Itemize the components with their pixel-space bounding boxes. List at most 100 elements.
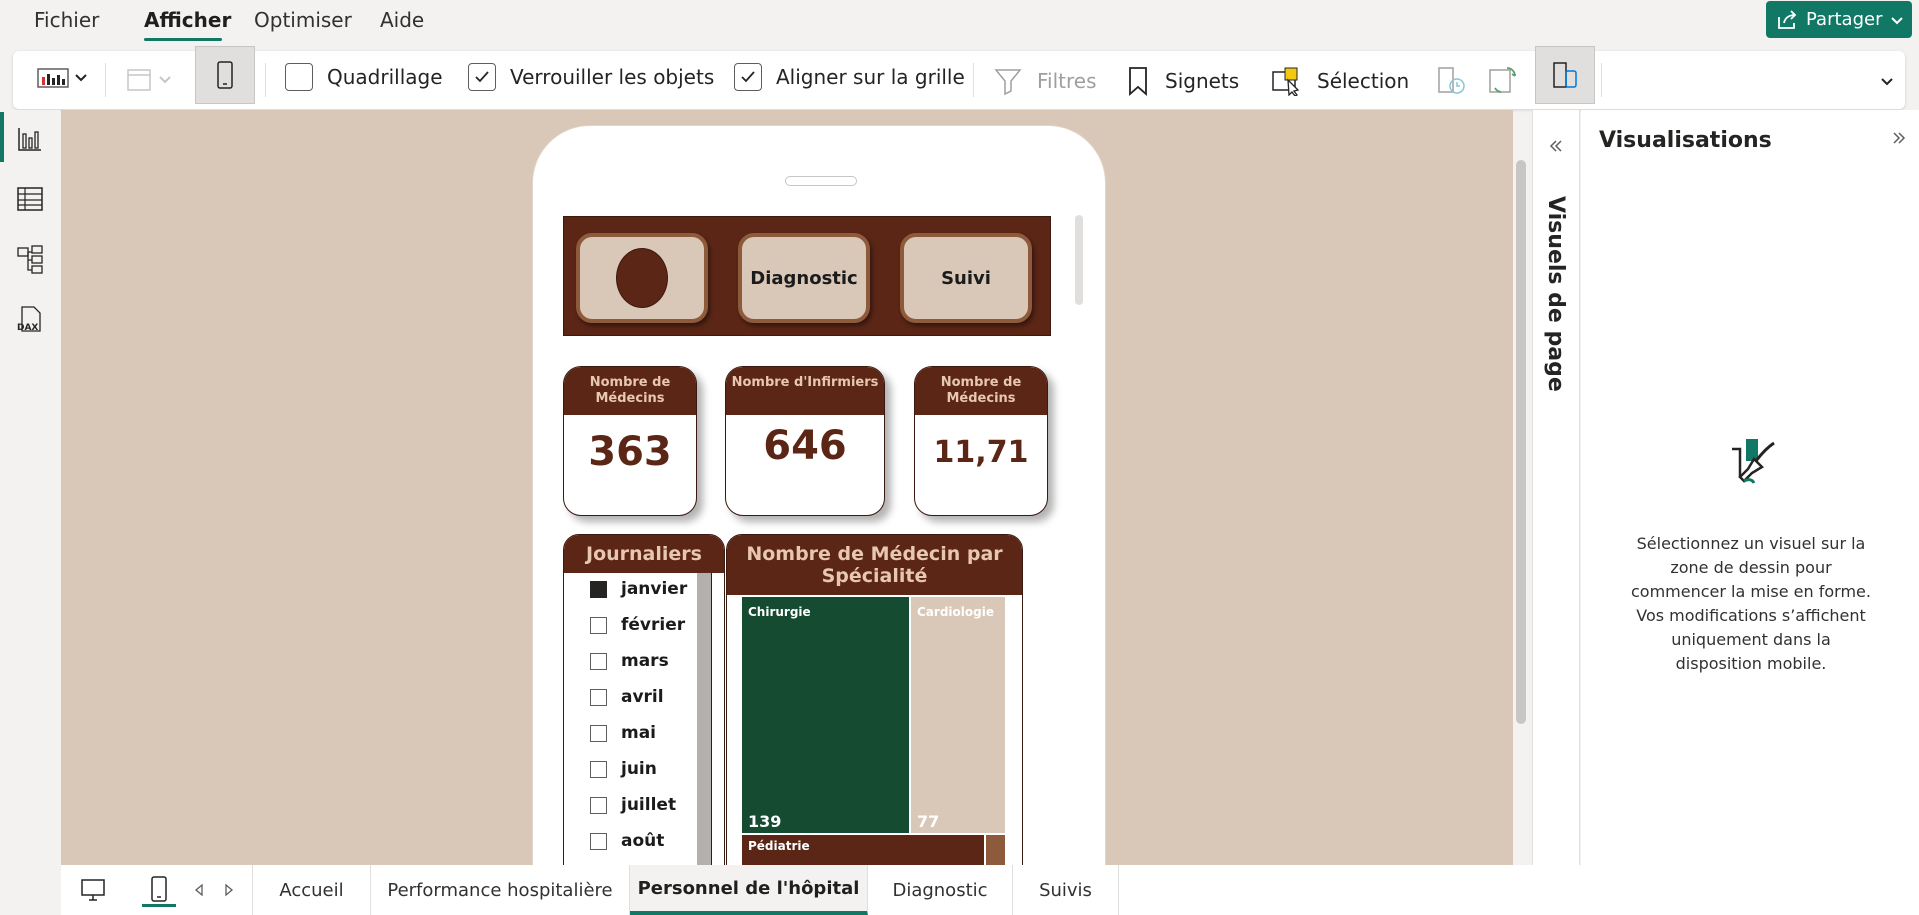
menu-fichier[interactable]: Fichier (34, 8, 99, 32)
kpi-value: 646 (763, 423, 847, 469)
menu-optimiser[interactable]: Optimiser (254, 8, 352, 32)
svg-text:DAX: DAX (17, 323, 38, 333)
selection-button[interactable]: Sélection (1271, 66, 1409, 96)
tab-performance-hospitaliere[interactable]: Performance hospitalière (371, 865, 630, 915)
slicer-item-label: mars (621, 651, 669, 671)
dax-query-view-button[interactable]: DAX (15, 304, 45, 334)
checkbox-unchecked-icon (285, 63, 313, 91)
share-button[interactable]: Partager (1766, 1, 1912, 38)
ribbon-divider (973, 63, 974, 97)
kpi-card-doctors[interactable]: Nombre de Médecins 363 (563, 366, 697, 516)
tab-personnel[interactable]: Personnel de l'hôpital (630, 865, 868, 915)
treemap-title: Nombre de Médecin par Spécialité (727, 535, 1022, 595)
kpi-card-ratio[interactable]: Nombre de Médecins 11,71 (914, 366, 1048, 516)
menu-aide[interactable]: Aide (380, 8, 424, 32)
prev-page-button[interactable] (189, 873, 209, 907)
snap-grid-label: Aligner sur la grille (776, 65, 965, 89)
bookmarks-label: Signets (1165, 69, 1240, 93)
checkbox-unchecked-icon (590, 652, 607, 670)
treemap-tile-cardiologie[interactable]: Cardiologie 77 (911, 597, 1005, 833)
ribbon-expand-button[interactable] (1879, 73, 1895, 89)
slicer-item-label: mai (621, 723, 657, 743)
tab-accueil[interactable]: Accueil (253, 865, 371, 915)
slicer-item-juillet[interactable]: juillet (590, 795, 676, 815)
page-visuals-pane: Visuels de page (1532, 110, 1580, 915)
double-chevron-right-icon (1893, 132, 1906, 144)
desktop-layout-dropdown[interactable] (125, 65, 173, 93)
slicer-item-janvier[interactable]: janvier (590, 579, 687, 599)
mobile-layout-dropdown[interactable] (37, 63, 89, 91)
filter-icon (994, 69, 1022, 96)
report-view-icon (18, 128, 41, 151)
kpi-label: Nombre d'Infirmiers (726, 367, 884, 415)
gridlines-checkbox[interactable]: Quadrillage (285, 63, 443, 91)
triangle-left-icon (194, 883, 203, 897)
expand-pane-button[interactable] (1549, 138, 1563, 157)
treemap-tile-other[interactable] (986, 835, 1005, 865)
slicer-item-label: juin (621, 759, 657, 779)
slicer-item-label: janvier (621, 579, 688, 599)
tab-diagnostic[interactable]: Diagnostic (868, 865, 1013, 915)
slicer-item-fevrier[interactable]: février (590, 615, 685, 635)
checkbox-unchecked-icon (590, 832, 607, 850)
menu-afficher[interactable]: Afficher (144, 8, 231, 32)
desktop-layout-icon (127, 69, 151, 91)
filters-button[interactable]: Filtres (993, 66, 1097, 96)
slicer-item-aout[interactable]: août (590, 831, 664, 851)
page-visuals-label[interactable]: Visuels de page (1543, 196, 1568, 392)
bookmarks-button[interactable]: Signets (1125, 66, 1239, 96)
slicer-item-mars[interactable]: mars (590, 651, 669, 671)
filters-label: Filtres (1037, 69, 1097, 93)
chart-layout-icon (37, 68, 69, 88)
ribbon-divider (265, 63, 266, 97)
slicer-title: Journaliers (564, 535, 724, 573)
screen-scrollbar[interactable] (1075, 215, 1083, 305)
slicer-item-label: avril (621, 687, 664, 707)
tab-suivis[interactable]: Suivis (1013, 865, 1119, 915)
page-tabs-bar: Accueil Performance hospitalière Personn… (61, 865, 1919, 915)
tile-category: Cardiologie (917, 605, 994, 619)
checkbox-unchecked-icon (590, 760, 607, 778)
visual-on-mobile-button[interactable] (1535, 46, 1595, 104)
lock-objects-checkbox[interactable]: Verrouiller les objets (468, 63, 714, 91)
desktop-layout-toggle[interactable] (76, 873, 110, 907)
treemap-tile-pediatrie[interactable]: Pédiatrie (742, 835, 984, 865)
diagnostic-nav-button[interactable]: Diagnostic (738, 233, 870, 323)
gridlines-label: Quadrillage (327, 65, 443, 89)
performance-analyzer-icon (1438, 67, 1465, 94)
treemap-tile-chirurgie[interactable]: Chirurgie 139 (742, 597, 909, 833)
performance-analyzer-button[interactable] (1435, 64, 1467, 96)
share-label: Partager (1806, 9, 1883, 30)
report-view-button[interactable] (15, 124, 45, 154)
home-logo-button[interactable] (576, 233, 708, 323)
kpi-label: Nombre de Médecins (915, 367, 1047, 415)
model-view-button[interactable] (15, 244, 45, 274)
checkbox-unchecked-icon (590, 724, 607, 742)
header-band: Diagnostic Suivi (563, 216, 1051, 336)
chevron-down-icon (1891, 16, 1904, 24)
share-icon (1778, 9, 1797, 29)
snap-grid-checkbox[interactable]: Aligner sur la grille (734, 63, 965, 91)
mobile-layout-toggle[interactable] (142, 873, 176, 907)
kpi-card-nurses[interactable]: Nombre d'Infirmiers 646 (725, 366, 885, 516)
slicer-item-juin[interactable]: juin (590, 759, 657, 779)
slicer-item-mai[interactable]: mai (590, 723, 656, 743)
report-canvas: Diagnostic Suivi Nombre de Médecins 363 … (61, 110, 1513, 865)
ribbon-divider (1601, 63, 1602, 97)
checkbox-unchecked-icon (590, 796, 607, 814)
canvas-scrollbar[interactable] (1516, 160, 1526, 724)
suivi-nav-button[interactable]: Suivi (900, 233, 1032, 323)
slicer-item-avril[interactable]: avril (590, 687, 664, 707)
table-view-button[interactable] (15, 184, 45, 214)
slicer-border (711, 573, 712, 865)
checkbox-checked-icon (734, 63, 762, 91)
next-page-button[interactable] (219, 873, 239, 907)
collapse-pane-button[interactable] (1892, 130, 1906, 149)
sync-slicers-button[interactable] (1487, 64, 1519, 96)
mobile-phone-frame: Diagnostic Suivi Nombre de Médecins 363 … (532, 125, 1106, 865)
mobile-view-button[interactable] (195, 46, 255, 104)
logo-icon (616, 248, 668, 308)
double-chevron-left-icon (1549, 140, 1562, 152)
slicer-scrollbar[interactable] (697, 573, 711, 865)
table-view-icon (17, 187, 43, 211)
